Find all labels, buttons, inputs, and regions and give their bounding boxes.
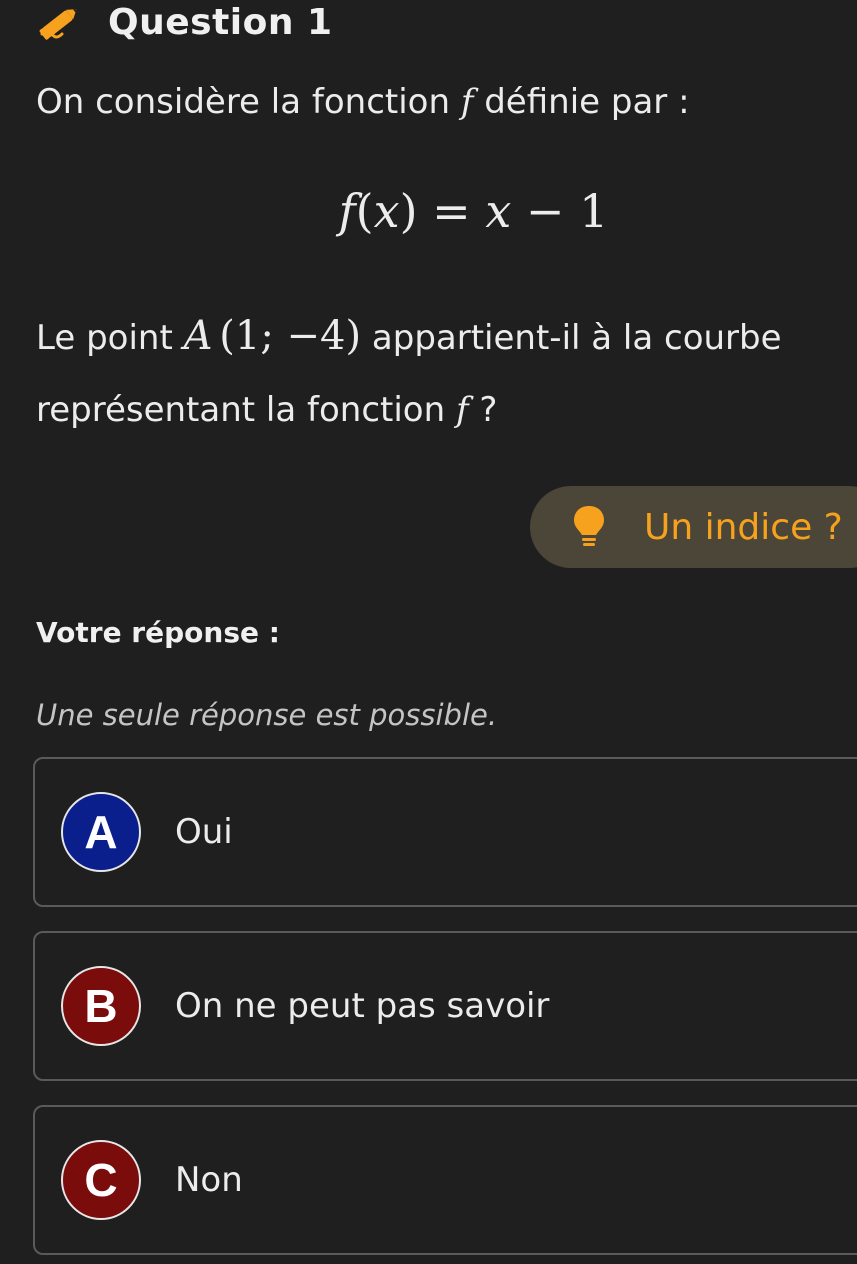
answer-title: Votre réponse : [36, 616, 280, 649]
intro-text-after: définie par : [473, 82, 690, 122]
point-coordinates: (1; −4) [219, 313, 362, 359]
question-text-end: ? [468, 390, 498, 430]
option-a-badge: A [61, 792, 141, 872]
formula-paren-open: ( [355, 184, 374, 238]
option-c-label: Non [175, 1160, 243, 1200]
quiz-page: Question 1 On considère la fonction f dé… [0, 0, 857, 1264]
function-formula: f(x) = x − 1 [0, 184, 857, 238]
formula-paren-close: ) [399, 184, 418, 238]
formula-function: f [338, 184, 356, 238]
hint-button[interactable]: Un indice ? [530, 486, 857, 568]
option-a[interactable]: A Oui [33, 757, 857, 907]
formula-constant: 1 [579, 184, 609, 238]
point-name: A [183, 313, 213, 359]
formula-rhs-variable: x [485, 184, 512, 238]
option-c-badge: C [61, 1140, 141, 1220]
formula-minus: − [525, 184, 565, 238]
option-a-label: Oui [175, 812, 233, 852]
question-text-before: Le point [36, 318, 184, 358]
option-b-label: On ne peut pas savoir [175, 986, 550, 1026]
question-header: Question 1 [36, 0, 333, 44]
option-b[interactable]: B On ne peut pas savoir [33, 931, 857, 1081]
question-intro: On considère la fonction f définie par : [36, 82, 690, 122]
lightbulb-icon [572, 504, 606, 550]
intro-text-before: On considère la fonction [36, 82, 461, 122]
option-c[interactable]: C Non [33, 1105, 857, 1255]
question-text: Le point A (1; −4) appartient-il à la co… [36, 300, 836, 446]
question-title: Question 1 [108, 1, 333, 43]
option-b-badge: B [61, 966, 141, 1046]
answer-note: Une seule réponse est possible. [36, 698, 498, 732]
formula-equals: = [432, 184, 471, 238]
hint-label: Un indice ? [644, 506, 843, 548]
intro-function-symbol: f [460, 82, 474, 122]
pencil-icon [36, 0, 84, 44]
formula-variable: x [373, 184, 400, 238]
question-function-symbol: f [455, 390, 469, 430]
